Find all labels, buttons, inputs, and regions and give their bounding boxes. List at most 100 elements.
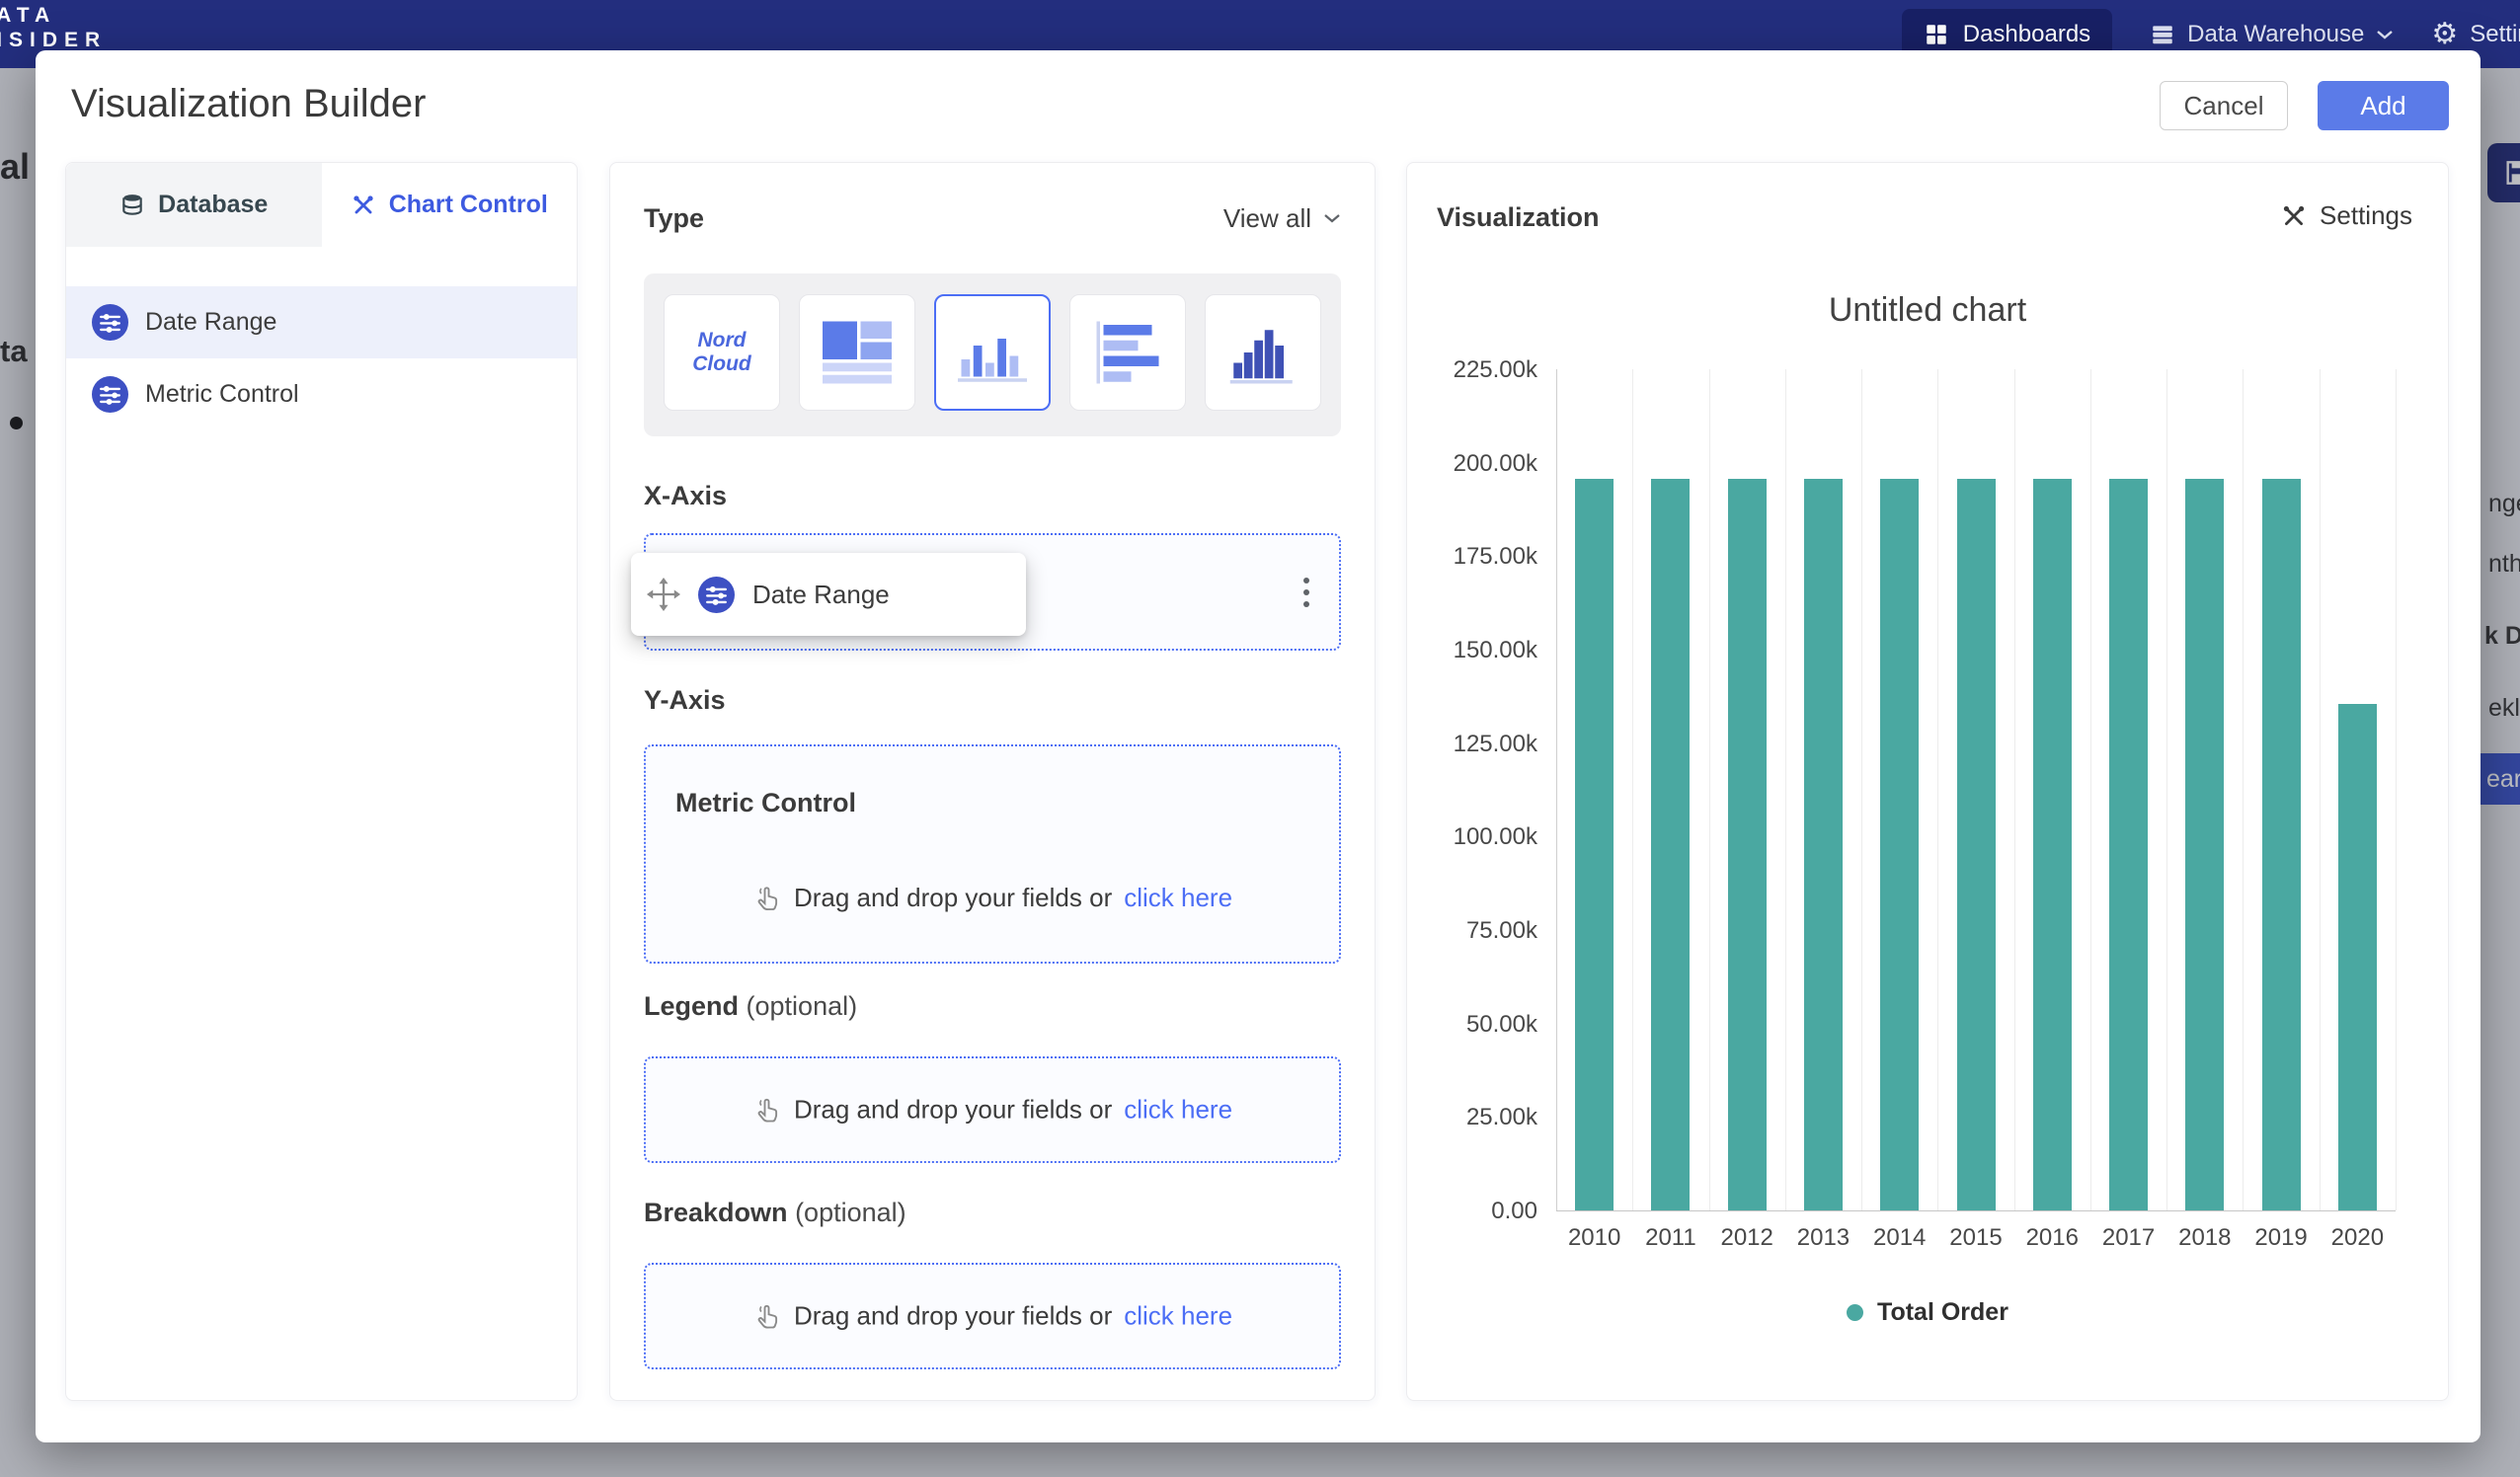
fields-panel: Database Chart Control Date Range Met xyxy=(65,162,578,1401)
table-chart-icon xyxy=(816,311,899,394)
x-gridline xyxy=(2090,369,2091,1210)
chart-type-bar[interactable] xyxy=(1069,294,1186,411)
x-gridline xyxy=(2396,369,2397,1210)
dragged-field-card[interactable]: Date Range xyxy=(631,553,1026,636)
chart-bar[interactable] xyxy=(1575,479,1614,1210)
x-tick-label: 2010 xyxy=(1556,1224,1632,1252)
x-tick-label: 2012 xyxy=(1709,1224,1785,1252)
chart-legend[interactable]: Total Order xyxy=(1407,1298,2448,1327)
field-item-date-range[interactable]: Date Range xyxy=(66,286,577,358)
legend-dropzone[interactable]: Drag and drop your fields or click here xyxy=(644,1056,1341,1163)
chart-bar[interactable] xyxy=(2262,479,2301,1210)
x-tick-label: 2019 xyxy=(2243,1224,2319,1252)
chart-bar[interactable] xyxy=(1880,479,1919,1210)
control-field-icon xyxy=(92,376,128,413)
y-tick-label: 200.00k xyxy=(1407,450,1537,478)
chart-bar[interactable] xyxy=(2033,479,2072,1210)
drag-hand-icon xyxy=(752,884,782,913)
click-here-link[interactable]: click here xyxy=(1124,1301,1232,1332)
chart-bar[interactable] xyxy=(2338,704,2377,1210)
tab-database[interactable]: Database xyxy=(66,163,322,247)
dragged-field-label: Date Range xyxy=(752,580,890,610)
chart-type-strip: Nord Cloud xyxy=(644,273,1341,436)
x-tick-label: 2017 xyxy=(2090,1224,2166,1252)
legend-section-label: Legend (optional) xyxy=(644,990,1341,1022)
x-gridline xyxy=(2014,369,2015,1210)
y-axis-line xyxy=(1556,369,1557,1210)
cancel-button[interactable]: Cancel xyxy=(2160,81,2288,130)
dashboards-grid-icon xyxy=(1924,22,1949,47)
breakdown-section-label: Breakdown (optional) xyxy=(644,1197,1341,1228)
click-here-link[interactable]: click here xyxy=(1124,1095,1232,1126)
x-axis-section-label: X-Axis xyxy=(644,480,1341,511)
tab-chart-control[interactable]: Chart Control xyxy=(322,163,578,247)
move-icon xyxy=(647,578,680,611)
y-tick-label: 150.00k xyxy=(1407,637,1537,664)
chart-bar[interactable] xyxy=(1804,479,1843,1210)
x-tick-label: 2011 xyxy=(1632,1224,1708,1252)
chart-bar[interactable] xyxy=(2109,479,2148,1210)
y-axis-dropzone[interactable]: Metric Control Drag and drop your fields… xyxy=(644,744,1341,964)
field-item-metric-control[interactable]: Metric Control xyxy=(66,358,577,430)
type-section-label: Type xyxy=(644,202,704,234)
modal-title: Visualization Builder xyxy=(71,80,426,127)
x-gridline xyxy=(1785,369,1786,1210)
x-gridline xyxy=(1709,369,1710,1210)
y-tick-label: 100.00k xyxy=(1407,823,1537,851)
brand-logo: DATA INSIDER xyxy=(0,3,107,52)
chart-type-column[interactable] xyxy=(934,294,1051,411)
histogram-icon xyxy=(1221,311,1304,394)
y-tick-label: 125.00k xyxy=(1407,731,1537,758)
x-axis-dropzone[interactable]: Date Range xyxy=(644,533,1341,651)
y-tick-label: 225.00k xyxy=(1407,356,1537,384)
chart-layer: 0.00 25.00k 50.00k 75.00k 100.00k 125.00k 150.… xyxy=(1407,163,2448,1400)
x-tick-label: 2015 xyxy=(1937,1224,2013,1252)
y-tick-label: 175.00k xyxy=(1407,543,1537,571)
drag-hand-icon xyxy=(752,1095,782,1125)
x-gridline xyxy=(1632,369,1633,1210)
legend-dot xyxy=(1847,1304,1863,1321)
chart-type-histogram[interactable] xyxy=(1205,294,1321,411)
x-tick-label: 2018 xyxy=(2166,1224,2243,1252)
x-tick-label: 2014 xyxy=(1861,1224,1937,1252)
chart-type-nord-cloud[interactable]: Nord Cloud xyxy=(664,294,780,411)
x-gridline xyxy=(2166,369,2167,1210)
tools-icon xyxy=(351,193,376,218)
x-gridline xyxy=(2243,369,2244,1210)
kebab-menu-icon[interactable] xyxy=(1298,572,1315,613)
visualization-builder-modal: Visualization Builder Cancel Add Databas… xyxy=(36,50,2481,1442)
y-axis-field-label: Metric Control xyxy=(675,788,856,818)
x-tick-label: 2020 xyxy=(2320,1224,2396,1252)
legend-label: Total Order xyxy=(1877,1298,2008,1327)
y-tick-label: 50.00k xyxy=(1407,1011,1537,1039)
drag-hand-icon xyxy=(752,1301,782,1331)
x-tick-label: 2013 xyxy=(1785,1224,1861,1252)
control-field-icon xyxy=(92,304,128,341)
y-tick-label: 25.00k xyxy=(1407,1104,1537,1131)
y-tick-label: 0.00 xyxy=(1407,1198,1537,1225)
click-here-link[interactable]: click here xyxy=(1124,883,1232,913)
visualization-panel: Visualization Settings Untitled chart 0.… xyxy=(1406,162,2449,1401)
y-axis-section-label: Y-Axis xyxy=(644,684,1341,716)
chart-bar[interactable] xyxy=(1957,479,1996,1210)
x-axis-line xyxy=(1556,1210,2396,1211)
x-gridline xyxy=(2320,369,2321,1210)
x-gridline xyxy=(1861,369,1862,1210)
builder-panel: Type View all Nord Cloud xyxy=(609,162,1376,1401)
x-tick-label: 2016 xyxy=(2014,1224,2090,1252)
add-button[interactable]: Add xyxy=(2318,81,2449,130)
breakdown-dropzone[interactable]: Drag and drop your fields or click here xyxy=(644,1263,1341,1369)
nav-item-data-warehouse[interactable]: Data Warehouse xyxy=(2150,21,2394,48)
column-chart-icon xyxy=(951,311,1034,394)
gear-icon: ⚙ xyxy=(2431,20,2458,49)
x-gridline xyxy=(1937,369,1938,1210)
chevron-down-icon xyxy=(1323,212,1341,224)
y-tick-label: 75.00k xyxy=(1407,917,1537,945)
view-all-button[interactable]: View all xyxy=(1223,203,1341,234)
chart-type-table[interactable] xyxy=(799,294,915,411)
control-field-icon xyxy=(698,577,735,613)
chart-bar[interactable] xyxy=(2185,479,2224,1210)
chart-bar[interactable] xyxy=(1651,479,1690,1210)
nav-item-settings[interactable]: ⚙ Settings xyxy=(2431,20,2520,49)
chart-bar[interactable] xyxy=(1728,479,1767,1210)
